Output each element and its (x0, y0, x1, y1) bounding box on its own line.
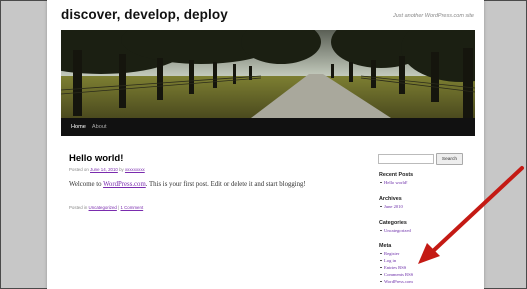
red-arrow-annotation (418, 166, 524, 264)
